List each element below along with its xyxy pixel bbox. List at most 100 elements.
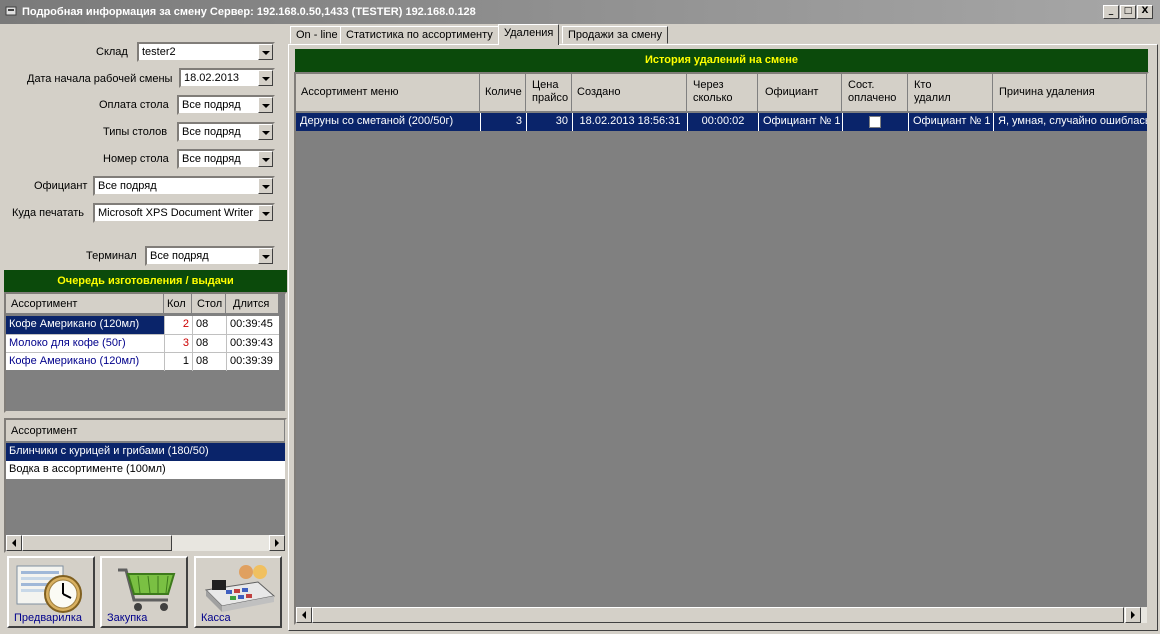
table-number-select[interactable]: Все подряд xyxy=(177,149,275,169)
scroll-right-button[interactable] xyxy=(269,535,285,551)
shift-start-label: Дата начала рабочей смены xyxy=(27,73,173,85)
chevron-down-icon[interactable] xyxy=(258,178,273,194)
table-types-label: Типы столов xyxy=(103,126,168,138)
queue-col-duration[interactable]: Длится xyxy=(226,294,279,314)
queue-qty-cell: 2 xyxy=(164,316,192,334)
table-number-value: Все подряд xyxy=(182,153,241,165)
assortment-grid[interactable]: Ассортимент Блинчики с курицей и грибами… xyxy=(4,418,287,553)
terminal-label: Терминал xyxy=(86,250,137,262)
close-button[interactable]: X xyxy=(1137,5,1153,19)
warehouse-select[interactable]: tester2 xyxy=(137,42,275,62)
queue-col-item[interactable]: Ассортимент xyxy=(6,294,164,314)
chevron-down-icon[interactable] xyxy=(258,44,273,60)
paid-checkbox[interactable] xyxy=(869,116,881,128)
list-item[interactable]: Водка в ассортименте (100мл) xyxy=(6,461,285,479)
deletions-col-reason[interactable]: Причина удаления xyxy=(993,74,1147,112)
minimize-button[interactable]: _ xyxy=(1103,5,1119,19)
tab-online[interactable]: On - line xyxy=(290,26,344,44)
prebooking-button[interactable]: Предварилка xyxy=(7,556,95,628)
horizontal-scrollbar[interactable] xyxy=(6,535,285,551)
warehouse-value: tester2 xyxy=(142,46,176,58)
deletions-col-qty[interactable]: Количе xyxy=(480,74,526,112)
table-payment-select[interactable]: Все подряд xyxy=(177,95,275,115)
chevron-down-icon[interactable] xyxy=(258,70,273,86)
shift-start-value: 18.02.2013 xyxy=(184,72,240,84)
assortment-col-header[interactable]: Ассортимент xyxy=(6,420,285,442)
chevron-down-icon[interactable] xyxy=(258,205,273,221)
deletions-col-item[interactable]: Ассортимент меню xyxy=(296,74,480,112)
table-row[interactable]: Молоко для кофе (50г) 3 08 00:39:43 xyxy=(6,334,279,353)
document-clock-icon xyxy=(16,565,82,613)
cashier-button[interactable]: Касса xyxy=(194,556,282,628)
queue-qty-cell: 3 xyxy=(164,335,192,353)
deletion-after-cell: 00:00:02 xyxy=(687,113,758,131)
table-payment-value: Все подряд xyxy=(182,99,241,111)
deletion-waiter-cell: Официант № 1 xyxy=(758,113,842,131)
deletions-header: История удалений на смене xyxy=(295,49,1148,72)
table-payment-label: Оплата стола xyxy=(99,99,169,111)
queue-header: Очередь изготовления / выдачи xyxy=(4,270,287,292)
queue-qty-cell: 1 xyxy=(164,353,192,371)
print-to-label: Куда печатать xyxy=(12,207,85,219)
purchase-label: Закупка xyxy=(107,612,148,624)
queue-duration-cell: 00:39:45 xyxy=(226,316,279,334)
table-row[interactable]: Кофе Американо (120мл) 2 08 00:39:45 xyxy=(6,316,279,334)
chevron-down-icon[interactable] xyxy=(258,124,273,140)
deletions-col-paid[interactable]: Сост. оплачено xyxy=(842,74,908,112)
queue-grid[interactable]: Ассортимент Кол Стол Длится Кофе Америка… xyxy=(4,292,287,413)
queue-table-cell: 08 xyxy=(192,353,226,371)
chevron-down-icon[interactable] xyxy=(258,151,273,167)
waiter-label: Официант xyxy=(34,180,88,192)
deletions-col-waiter[interactable]: Официант xyxy=(758,74,842,112)
scroll-right-button[interactable] xyxy=(1125,607,1141,623)
arrow-right-icon xyxy=(1131,611,1135,619)
cash-register-icon xyxy=(204,565,276,612)
chevron-down-icon[interactable] xyxy=(258,97,273,113)
table-row[interactable]: Деруны со сметаной (200/50г) 3 30 18.02.… xyxy=(296,113,1147,131)
title-bar[interactable]: Подробная информация за смену Сервер: 19… xyxy=(0,0,1160,24)
purchase-button[interactable]: Закупка xyxy=(100,556,188,628)
terminal-select[interactable]: Все подряд xyxy=(145,246,275,266)
print-to-select[interactable]: Microsoft XPS Document Writer xyxy=(93,203,275,223)
cashier-label: Касса xyxy=(201,612,231,624)
tab-deletions[interactable]: Удаления xyxy=(498,24,560,45)
deletions-col-after[interactable]: Через сколько xyxy=(687,74,758,112)
shift-start-date-picker[interactable]: 18.02.2013 xyxy=(179,68,275,88)
horizontal-scrollbar[interactable] xyxy=(296,607,1147,623)
scroll-thumb[interactable] xyxy=(312,607,1124,623)
table-row[interactable]: Кофе Американо (120мл) 1 08 00:39:39 xyxy=(6,352,279,371)
tab-shift-sales[interactable]: Продажи за смену xyxy=(562,26,668,44)
waiter-select[interactable]: Все подряд xyxy=(93,176,275,196)
queue-col-table[interactable]: Стол xyxy=(192,294,226,314)
table-number-label: Номер стола xyxy=(103,153,169,165)
scroll-thumb[interactable] xyxy=(22,535,172,551)
queue-table-cell: 08 xyxy=(192,316,226,334)
arrow-left-icon xyxy=(12,539,16,547)
warehouse-label: Склад xyxy=(96,46,128,58)
table-types-value: Все подряд xyxy=(182,126,241,138)
deletions-col-deleted-by[interactable]: Кто удалил xyxy=(908,74,993,112)
deletions-grid[interactable]: Ассортимент меню Количе Цена прайсо Созд… xyxy=(294,72,1149,625)
deletion-paid-cell xyxy=(842,113,908,131)
arrow-left-icon xyxy=(302,611,306,619)
deletions-col-created[interactable]: Создано xyxy=(572,74,687,112)
waiter-value: Все подряд xyxy=(98,180,157,192)
table-types-select[interactable]: Все подряд xyxy=(177,122,275,142)
chevron-down-icon[interactable] xyxy=(258,248,273,264)
deletion-deleted-by-cell: Официант № 1 xyxy=(908,113,993,131)
deletion-item-cell: Деруны со сметаной (200/50г) xyxy=(300,115,454,127)
maximize-button[interactable]: □ xyxy=(1120,5,1136,19)
scroll-left-button[interactable] xyxy=(6,535,22,551)
deletion-qty-cell: 3 xyxy=(480,113,526,131)
scroll-left-button[interactable] xyxy=(296,607,312,623)
queue-col-qty[interactable]: Кол xyxy=(164,294,192,314)
queue-duration-cell: 00:39:43 xyxy=(226,335,279,353)
prebooking-label: Предварилка xyxy=(14,612,83,624)
tab-assortment-stats[interactable]: Статистика по ассортименту xyxy=(340,26,499,44)
deletion-created-cell: 18.02.2013 18:56:31 xyxy=(572,113,687,131)
terminal-value: Все подряд xyxy=(150,250,209,262)
queue-duration-cell: 00:39:39 xyxy=(226,353,279,371)
list-item[interactable]: Блинчики с курицей и грибами (180/50) xyxy=(6,443,285,461)
deletions-col-price[interactable]: Цена прайсо xyxy=(526,74,572,112)
deletion-price-cell: 30 xyxy=(526,113,572,131)
